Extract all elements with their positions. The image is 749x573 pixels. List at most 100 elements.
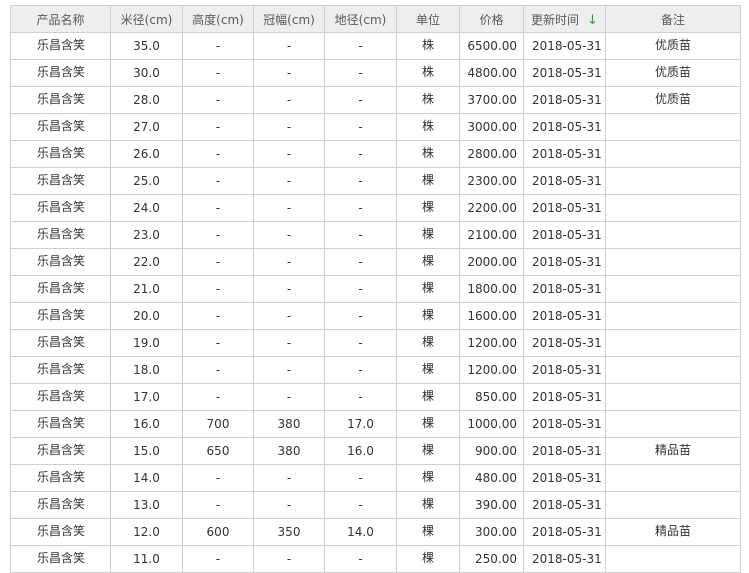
- col-header-unit[interactable]: 单位: [396, 5, 460, 33]
- table-row: 乐昌含笑 16.0 700 380 17.0 棵 1000.00 2018-05…: [10, 410, 741, 438]
- table-row: 乐昌含笑 26.0 - - - 株 2800.00 2018-05-31: [10, 140, 741, 168]
- cell-height: -: [182, 383, 254, 411]
- cell-price: 300.00: [459, 518, 524, 546]
- col-header-ground[interactable]: 地径(cm): [324, 5, 397, 33]
- table-row: 乐昌含笑 25.0 - - - 棵 2300.00 2018-05-31: [10, 167, 741, 195]
- cell-remark: [605, 248, 741, 276]
- cell-height: 600: [182, 518, 254, 546]
- cell-crown: -: [253, 383, 325, 411]
- cell-price: 1200.00: [459, 356, 524, 384]
- cell-unit: 株: [396, 140, 460, 168]
- col-header-remark[interactable]: 备注: [605, 5, 741, 33]
- cell-diameter: 19.0: [110, 329, 183, 357]
- cell-price: 3700.00: [459, 86, 524, 114]
- cell-updated: 2018-05-31: [523, 356, 606, 384]
- cell-remark: [605, 356, 741, 384]
- cell-product-name: 乐昌含笑: [10, 491, 111, 519]
- cell-product-name: 乐昌含笑: [10, 302, 111, 330]
- cell-product-name: 乐昌含笑: [10, 275, 111, 303]
- cell-ground: -: [324, 32, 397, 60]
- col-header-name[interactable]: 产品名称: [10, 5, 111, 33]
- cell-crown: 380: [253, 410, 325, 438]
- cell-unit: 棵: [396, 464, 460, 492]
- cell-price: 900.00: [459, 437, 524, 465]
- cell-remark: [605, 221, 741, 249]
- col-header-height[interactable]: 高度(cm): [182, 5, 254, 33]
- price-table-container: 产品名称 米径(cm) 高度(cm) 冠幅(cm) 地径(cm) 单位 价格 更…: [10, 5, 741, 573]
- cell-crown: -: [253, 167, 325, 195]
- cell-ground: -: [324, 59, 397, 87]
- cell-remark: [605, 140, 741, 168]
- col-header-crown[interactable]: 冠幅(cm): [253, 5, 325, 33]
- cell-updated: 2018-05-31: [523, 194, 606, 222]
- cell-product-name: 乐昌含笑: [10, 140, 111, 168]
- cell-updated: 2018-05-31: [523, 248, 606, 276]
- cell-diameter: 35.0: [110, 32, 183, 60]
- cell-remark: [605, 383, 741, 411]
- table-row: 乐昌含笑 13.0 - - - 棵 390.00 2018-05-31: [10, 491, 741, 519]
- price-table: 产品名称 米径(cm) 高度(cm) 冠幅(cm) 地径(cm) 单位 价格 更…: [10, 5, 741, 573]
- cell-remark: [605, 464, 741, 492]
- cell-crown: -: [253, 248, 325, 276]
- cell-height: 650: [182, 437, 254, 465]
- cell-unit: 株: [396, 32, 460, 60]
- cell-ground: -: [324, 113, 397, 141]
- cell-updated: 2018-05-31: [523, 410, 606, 438]
- cell-remark: 精品苗: [605, 437, 741, 465]
- cell-unit: 棵: [396, 437, 460, 465]
- cell-height: 700: [182, 410, 254, 438]
- cell-ground: -: [324, 356, 397, 384]
- table-row: 乐昌含笑 35.0 - - - 株 6500.00 2018-05-31 优质苗: [10, 32, 741, 60]
- col-header-price[interactable]: 价格: [459, 5, 524, 33]
- col-header-updated[interactable]: 更新时间 ↓: [523, 5, 606, 33]
- arrow-down-icon[interactable]: ↓: [587, 13, 598, 28]
- cell-remark: [605, 275, 741, 303]
- cell-price: 3000.00: [459, 113, 524, 141]
- table-row: 乐昌含笑 28.0 - - - 株 3700.00 2018-05-31 优质苗: [10, 86, 741, 114]
- cell-unit: 株: [396, 59, 460, 87]
- cell-product-name: 乐昌含笑: [10, 113, 111, 141]
- cell-ground: -: [324, 464, 397, 492]
- cell-price: 2800.00: [459, 140, 524, 168]
- cell-remark: [605, 194, 741, 222]
- cell-unit: 棵: [396, 221, 460, 249]
- cell-ground: 14.0: [324, 518, 397, 546]
- cell-unit: 棵: [396, 356, 460, 384]
- cell-unit: 棵: [396, 410, 460, 438]
- cell-product-name: 乐昌含笑: [10, 167, 111, 195]
- cell-updated: 2018-05-31: [523, 464, 606, 492]
- table-row: 乐昌含笑 23.0 - - - 棵 2100.00 2018-05-31: [10, 221, 741, 249]
- cell-diameter: 13.0: [110, 491, 183, 519]
- table-row: 乐昌含笑 14.0 - - - 棵 480.00 2018-05-31: [10, 464, 741, 492]
- cell-updated: 2018-05-31: [523, 59, 606, 87]
- cell-ground: -: [324, 491, 397, 519]
- cell-diameter: 22.0: [110, 248, 183, 276]
- cell-diameter: 16.0: [110, 410, 183, 438]
- cell-crown: -: [253, 221, 325, 249]
- table-row: 乐昌含笑 22.0 - - - 棵 2000.00 2018-05-31: [10, 248, 741, 276]
- cell-diameter: 23.0: [110, 221, 183, 249]
- cell-diameter: 25.0: [110, 167, 183, 195]
- cell-price: 250.00: [459, 545, 524, 573]
- cell-unit: 棵: [396, 518, 460, 546]
- cell-remark: [605, 410, 741, 438]
- cell-updated: 2018-05-31: [523, 113, 606, 141]
- cell-price: 4800.00: [459, 59, 524, 87]
- cell-ground: -: [324, 86, 397, 114]
- cell-crown: -: [253, 140, 325, 168]
- cell-crown: -: [253, 545, 325, 573]
- col-header-updated-label: 更新时间: [531, 12, 580, 27]
- cell-unit: 棵: [396, 491, 460, 519]
- cell-crown: -: [253, 275, 325, 303]
- cell-product-name: 乐昌含笑: [10, 356, 111, 384]
- cell-crown: -: [253, 302, 325, 330]
- cell-height: -: [182, 329, 254, 357]
- table-row: 乐昌含笑 20.0 - - - 棵 1600.00 2018-05-31: [10, 302, 741, 330]
- cell-updated: 2018-05-31: [523, 329, 606, 357]
- cell-unit: 株: [396, 113, 460, 141]
- col-header-diameter[interactable]: 米径(cm): [110, 5, 183, 33]
- cell-updated: 2018-05-31: [523, 302, 606, 330]
- cell-product-name: 乐昌含笑: [10, 329, 111, 357]
- cell-remark: 优质苗: [605, 32, 741, 60]
- cell-crown: -: [253, 59, 325, 87]
